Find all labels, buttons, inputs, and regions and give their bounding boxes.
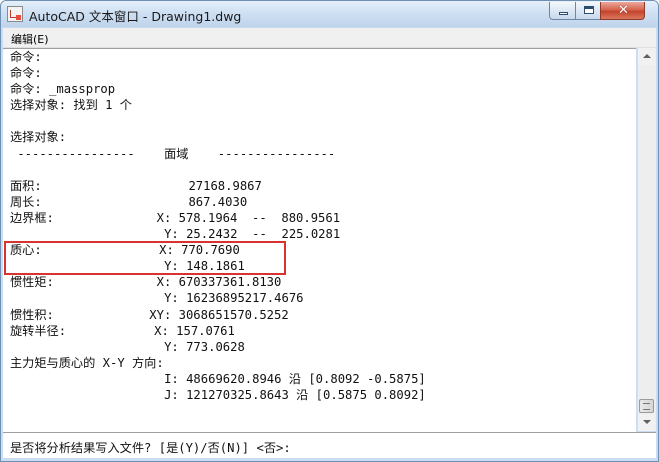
history-line: 惯性矩: X: 670337361.8130: [10, 275, 282, 290]
history-line: 命令:: [10, 66, 42, 81]
history-line: Y: 25.2432 -- 225.0281: [10, 227, 341, 242]
command-line[interactable]: 是否将分析结果写入文件? [是(Y)/否(N)] <否>:: [3, 432, 656, 458]
history-line: 面积: 27168.9867: [10, 178, 262, 193]
arrow-up-icon: [643, 54, 651, 58]
centroid-highlight-box: [4, 241, 286, 275]
history-line: 命令:: [10, 50, 42, 64]
history-line: 周长: 867.4030: [10, 194, 248, 209]
history-line: 边界框: X: 578.1964 -- 880.9561: [10, 210, 341, 225]
title-bar[interactable]: AutoCAD 文本窗口 - Drawing1.dwg ✕: [1, 1, 658, 27]
menu-bar: 编辑(E): [3, 28, 656, 48]
minimize-button[interactable]: [549, 2, 576, 20]
autocad-app-icon[interactable]: [7, 6, 23, 22]
history-line: 命令: _massprop: [10, 82, 116, 97]
command-history[interactable]: 命令: 命令: 命令: _massprop 选择对象: 找到 1 个选择对象: ---…: [3, 48, 636, 432]
close-icon: ✕: [618, 3, 629, 18]
history-line: Y: 16236895217.4676: [10, 291, 304, 306]
history-line: I: 48669620.8946 沿 [0.8092 -0.5875]: [10, 371, 426, 386]
maximize-button[interactable]: [575, 2, 601, 20]
text-window: AutoCAD 文本窗口 - Drawing1.dwg ✕ 编辑(E) 命令: 命…: [0, 0, 659, 462]
menu-edit[interactable]: 编辑(E): [11, 31, 49, 47]
history-line: [10, 419, 426, 432]
scroll-up-button[interactable]: [638, 48, 655, 65]
command-prompt: 是否将分析结果写入文件? [是(Y)/否(N)] <否>:: [10, 441, 291, 455]
history-line: ---------------- 面域 ----------------: [10, 146, 336, 161]
history-line: 主力矩与质心的 X-Y 方向:: [10, 355, 164, 370]
vertical-scrollbar[interactable]: [637, 48, 656, 431]
history-line: Y: 773.0628: [10, 339, 245, 354]
history-line: [10, 403, 426, 419]
arrow-down-icon: [643, 420, 651, 424]
history-line: [10, 162, 426, 178]
close-button[interactable]: ✕: [600, 2, 645, 20]
maximize-icon: [584, 6, 594, 14]
scroll-down-button[interactable]: [638, 414, 655, 431]
scroll-thumb[interactable]: [639, 399, 654, 413]
history-line: 惯性积: XY: 3068651570.5252: [10, 307, 289, 322]
history-line: 选择对象:: [10, 130, 67, 145]
minimize-icon: [559, 12, 568, 15]
window-title: AutoCAD 文本窗口 - Drawing1.dwg: [29, 9, 242, 24]
history-line: J: 121270325.8643 沿 [0.5875 0.8092]: [10, 387, 426, 402]
history-line: 选择对象: 找到 1 个: [10, 98, 132, 113]
history-line: [10, 113, 426, 129]
history-line: 旋转半径: X: 157.0761: [10, 323, 235, 338]
